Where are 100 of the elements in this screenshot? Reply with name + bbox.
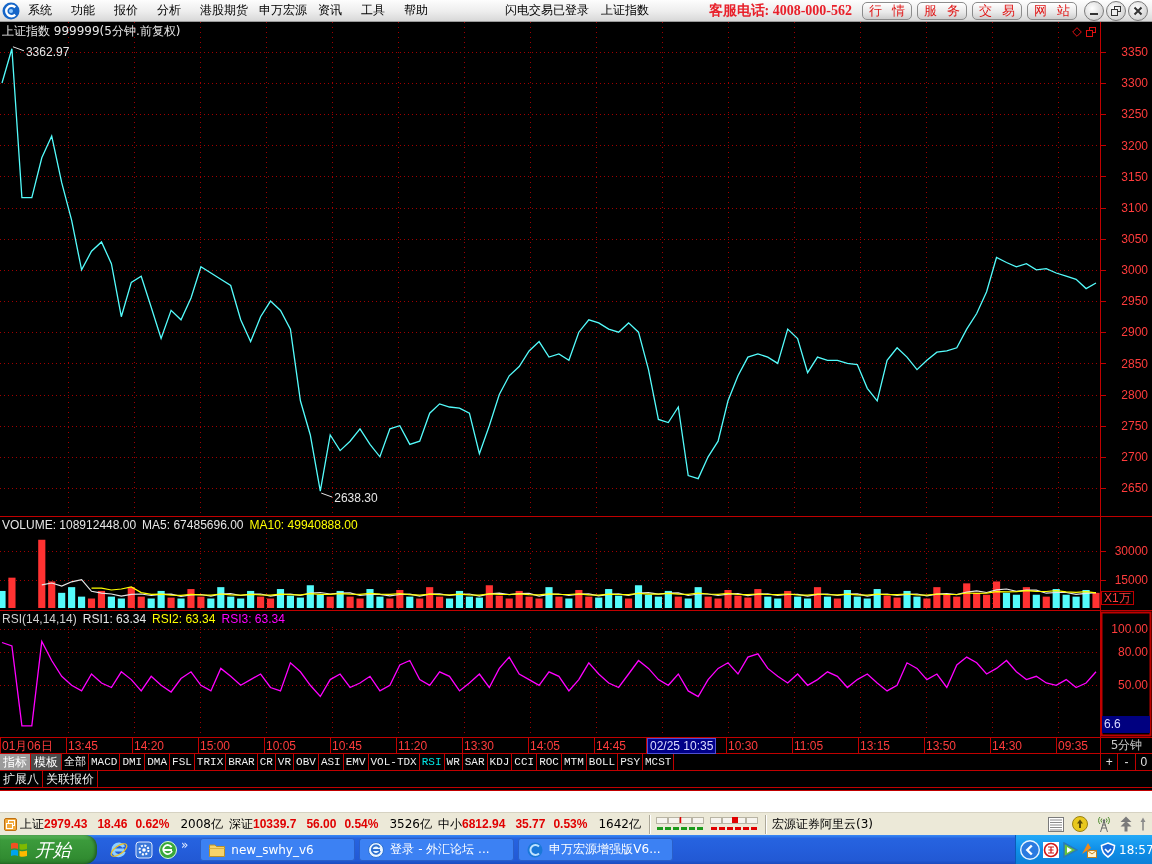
close-button[interactable] — [1128, 0, 1148, 21]
volume-bar — [117, 598, 125, 608]
volume-bar — [1072, 596, 1080, 608]
coin-icon[interactable] — [1072, 816, 1088, 832]
indicator-tab[interactable]: DMA — [145, 754, 171, 770]
volume-bar — [306, 585, 314, 608]
volume-bar — [873, 589, 881, 608]
indicator-tab[interactable]: KDJ — [487, 754, 513, 770]
axis-label: 80.00 — [1117, 644, 1148, 659]
legend-label: MA5: 67485696.00 — [142, 518, 244, 532]
window-icon[interactable] — [1086, 27, 1096, 37]
cursor-value: 6.6 — [1102, 716, 1150, 733]
volume-bar — [177, 598, 185, 608]
envelope-icon[interactable] — [1081, 841, 1097, 858]
axis-label: 2800 — [1121, 387, 1148, 402]
leader-line — [320, 492, 333, 498]
indicator-tab[interactable]: ROC — [537, 754, 562, 770]
volume-bar — [595, 597, 603, 608]
volume-bar — [674, 596, 682, 608]
leader-line — [12, 46, 25, 52]
task-button[interactable]: new_swhy_v6 — [200, 838, 356, 861]
indicator-tab[interactable]: MCST — [643, 754, 675, 770]
nav-button[interactable]: 交 易 — [972, 1, 1022, 20]
axis-label: 2900 — [1121, 325, 1148, 340]
volume-bar — [973, 592, 981, 608]
antenna-icon[interactable] — [1096, 815, 1112, 833]
more-button[interactable]: » — [181, 838, 189, 852]
play-icon[interactable] — [1062, 841, 1078, 858]
index-value: 6812.94 — [462, 817, 506, 831]
window-icon[interactable] — [4, 817, 17, 831]
restore-icon — [1111, 5, 1121, 16]
windows-logo-icon — [9, 840, 29, 859]
shield-icon[interactable] — [1100, 841, 1116, 858]
panel-tab[interactable]: 关联报价 — [43, 771, 98, 787]
menu-item[interactable]: 资讯 — [318, 2, 361, 19]
volume-bar — [485, 585, 493, 608]
volume-bar — [197, 596, 205, 608]
menu-item[interactable]: 系统 — [28, 2, 71, 19]
nav-button[interactable]: 行 情 — [862, 1, 912, 20]
menu-item[interactable]: 报价 — [114, 2, 157, 19]
indicator-tab[interactable]: ASI — [318, 754, 344, 770]
gear-tile-icon[interactable] — [135, 840, 153, 859]
indicator-tab[interactable]: EMV — [343, 754, 369, 770]
volume-bar — [396, 590, 404, 608]
volume-bar — [1032, 594, 1040, 608]
menu-item[interactable]: 功能 — [71, 2, 114, 19]
indicator-tab[interactable]: OBV — [294, 754, 319, 770]
indicator-tab[interactable]: 全部 — [62, 754, 89, 770]
seal-icon[interactable] — [1043, 841, 1059, 858]
e-circle-icon[interactable] — [159, 840, 177, 859]
up-arrows-icon[interactable] — [1120, 816, 1132, 832]
minimize-button[interactable] — [1084, 0, 1104, 21]
index-change: 35.77 — [515, 817, 546, 831]
indicator-tab[interactable]: MTM — [562, 754, 587, 770]
volume-bar — [794, 596, 802, 608]
diamond-icon[interactable] — [1072, 27, 1082, 37]
indicator-tab[interactable]: MACD — [89, 754, 121, 770]
indicator-tab[interactable]: SAR — [462, 754, 488, 770]
indicator-tab[interactable]: CCI — [512, 754, 538, 770]
e-letter-icon[interactable] — [109, 839, 129, 860]
volume-bar — [187, 589, 195, 608]
indicator-tab[interactable]: DMI — [120, 754, 146, 770]
up-arrow-icon[interactable] — [1140, 817, 1146, 831]
volume-bar — [784, 590, 792, 608]
chevron-icon[interactable] — [1020, 839, 1040, 860]
restore-button[interactable] — [1106, 0, 1126, 21]
volume-bar — [38, 539, 46, 608]
indicator-tab[interactable]: BOLL — [586, 754, 619, 770]
axis-label: 3000 — [1121, 263, 1148, 278]
price-label: 2638.30 — [334, 491, 378, 506]
volume-bar — [744, 597, 752, 608]
login-status: 闪电交易已登录 — [504, 2, 589, 19]
list-icon[interactable] — [1048, 816, 1064, 832]
volume-bar — [1082, 590, 1090, 608]
volume-bar — [903, 590, 911, 608]
indicator-tab[interactable]: RSI — [419, 754, 445, 770]
index-menu-item[interactable]: 上证指数 — [600, 2, 649, 19]
menu-item[interactable]: 工具 — [361, 2, 404, 19]
menu-item[interactable]: 港股期货 — [200, 2, 259, 19]
indicator-tab[interactable]: BRAR — [226, 754, 258, 770]
indicator-tab[interactable]: VOL-TDX — [368, 754, 420, 770]
period-label[interactable]: 5分钟 — [1100, 738, 1152, 753]
menu-item[interactable]: 分析 — [157, 2, 200, 19]
menu-item[interactable]: 申万宏源 — [259, 2, 318, 19]
indicator-tab[interactable]: PSY — [618, 754, 643, 770]
indicator-tab[interactable]: FSL — [170, 754, 195, 770]
time-label: 11:20 — [398, 738, 428, 753]
start-button[interactable]: 开始 — [0, 835, 97, 864]
indicator-tab[interactable]: TRIX — [194, 754, 227, 770]
mode-tab[interactable]: 模板 — [31, 754, 62, 770]
panel-tab[interactable]: 扩展八 — [0, 771, 43, 787]
axis-label: 3300 — [1121, 76, 1148, 91]
nav-button[interactable]: 网 站 — [1027, 1, 1077, 20]
task-button[interactable]: 申万宏源增强版V6... — [518, 838, 674, 861]
menu-item[interactable]: 帮助 — [404, 2, 447, 19]
nav-button[interactable]: 服 务 — [917, 1, 967, 20]
logo-icon[interactable] — [2, 1, 20, 20]
legend-label: RSI1: 63.34 — [82, 612, 147, 626]
task-button[interactable]: 登录 - 外汇论坛 ... — [359, 838, 515, 861]
minimize-icon — [1090, 12, 1098, 15]
